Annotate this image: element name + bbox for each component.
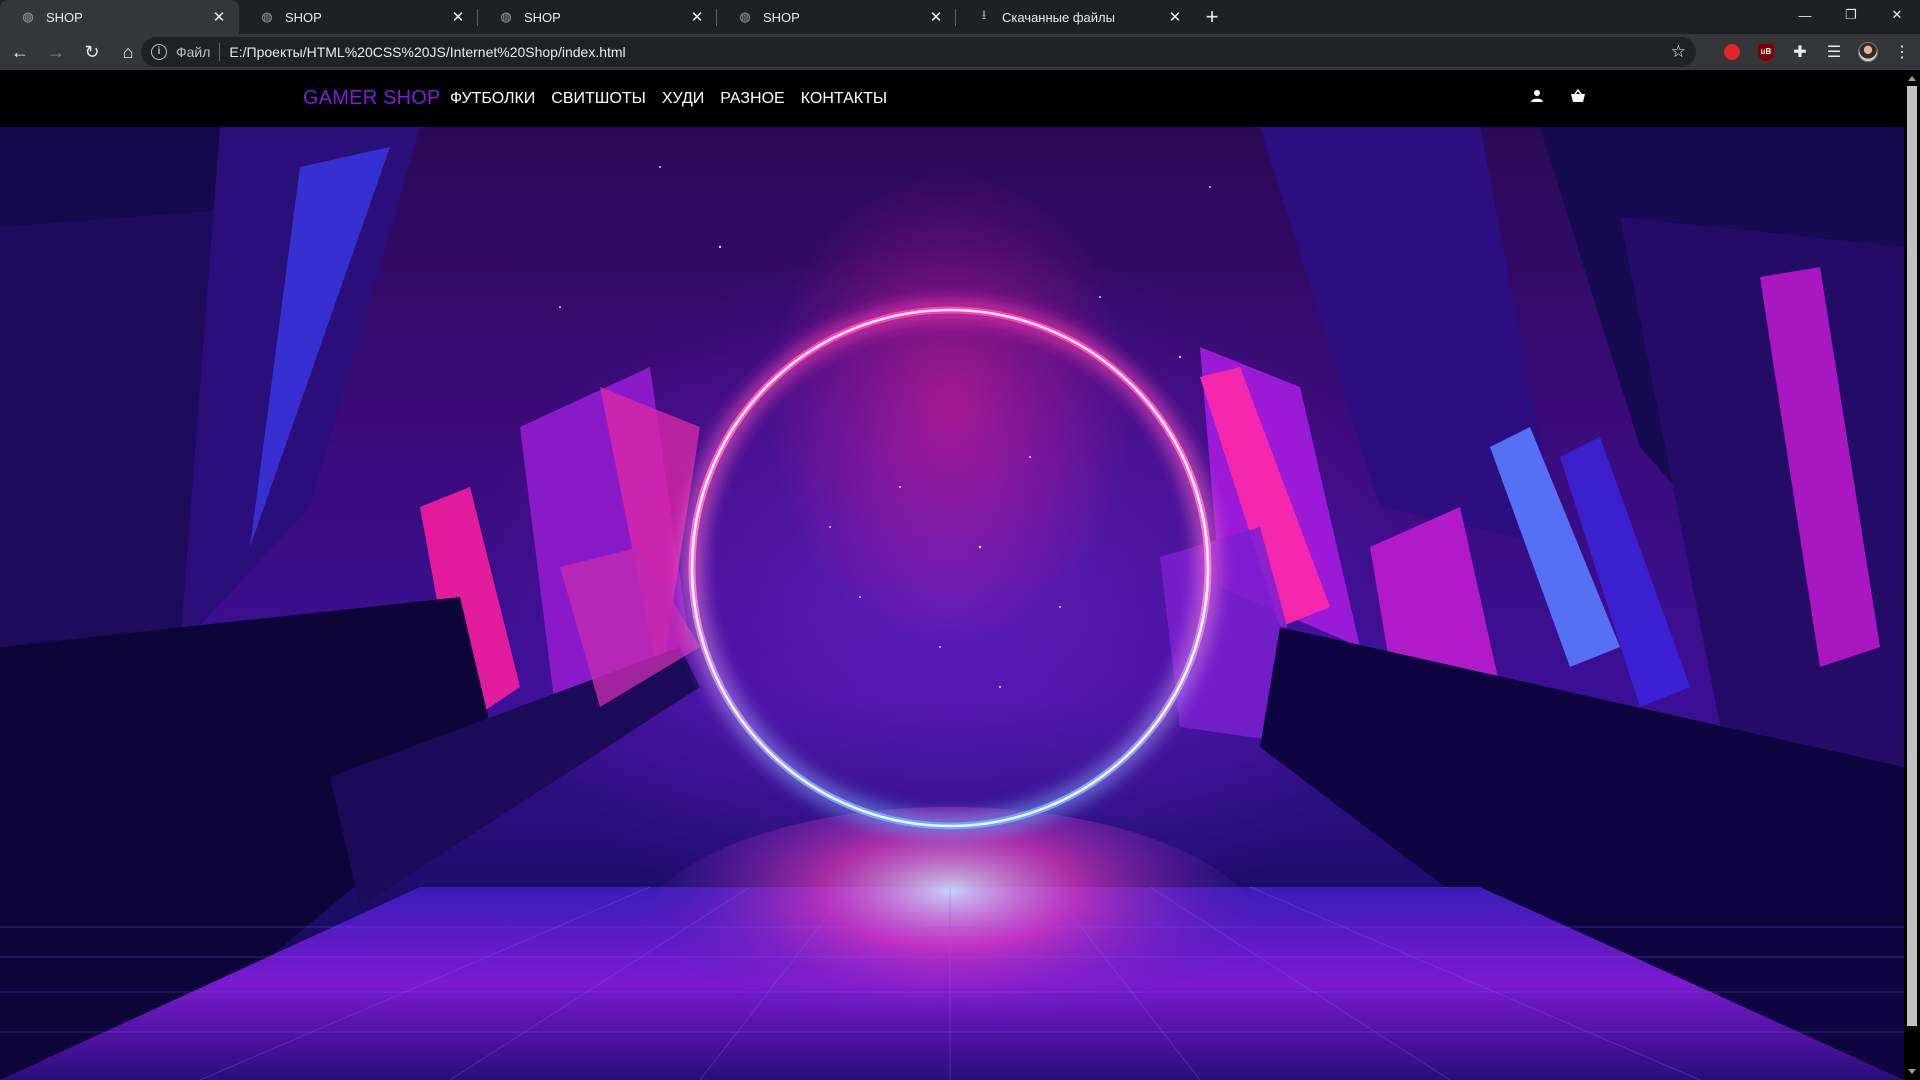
address-divider: [219, 43, 221, 61]
address-bar[interactable]: i Файл E:/Проекты/HTML%20CSS%20JS/Intern…: [141, 37, 1696, 67]
close-icon[interactable]: ✕: [1165, 7, 1185, 27]
extension-red-icon[interactable]: [1715, 34, 1749, 70]
globe-icon: ◍: [500, 9, 512, 24]
close-icon[interactable]: ✕: [209, 7, 229, 27]
tab-shop-4[interactable]: ◍ SHOP ✕: [717, 0, 956, 34]
avatar: [1858, 42, 1878, 62]
restore-button[interactable]: ❐: [1828, 0, 1874, 30]
new-tab-button[interactable]: +: [1195, 0, 1229, 34]
browser-toolbar: ← → ↻ ⌂ i Файл E:/Проекты/HTML%20CSS%20J…: [0, 34, 1920, 70]
tab-strip: ◍ SHOP ✕ ◍ SHOP ✕ ◍ SHOP ✕ ◍ SHOP ✕ ⭳ Ск…: [0, 0, 1920, 34]
media-playlist-icon[interactable]: ☰: [1817, 34, 1851, 70]
menu-item-misc[interactable]: РАЗНОЕ: [720, 90, 784, 108]
tab-title: SHOP: [46, 9, 83, 25]
close-icon[interactable]: ✕: [448, 7, 468, 27]
tab-shop-1[interactable]: ◍ SHOP ✕: [0, 0, 239, 34]
scroll-up-arrow-icon[interactable]: [1908, 76, 1916, 81]
main-menu: ФУТБОЛКИ СВИТШОТЫ ХУДИ РАЗНОЕ КОНТАКТЫ: [450, 90, 887, 108]
close-icon[interactable]: ✕: [926, 7, 946, 27]
user-icon[interactable]: [1530, 89, 1544, 107]
extensions-area: uB ✚ ☰ ⋮: [1715, 34, 1919, 70]
minimize-button[interactable]: —: [1782, 0, 1828, 30]
globe-icon: ◍: [739, 9, 751, 24]
puzzle-icon[interactable]: ✚: [1783, 34, 1817, 70]
tab-title: SHOP: [285, 9, 322, 25]
close-icon[interactable]: ✕: [687, 7, 707, 27]
menu-item-tshirts[interactable]: ФУТБОЛКИ: [450, 90, 535, 108]
download-icon: ⭳: [981, 7, 987, 22]
scroll-thumb[interactable]: [1907, 86, 1917, 1026]
tab-shop-2[interactable]: ◍ SHOP ✕: [239, 0, 478, 34]
close-window-button[interactable]: ✕: [1874, 0, 1920, 30]
page-viewport: GAMER SHOP ФУТБОЛКИ СВИТШОТЫ ХУДИ РАЗНОЕ…: [0, 70, 1904, 1080]
reload-button[interactable]: ↻: [76, 36, 108, 68]
home-button[interactable]: ⌂: [112, 36, 144, 68]
hero-illustration: [0, 127, 1904, 1080]
tab-title: SHOP: [763, 9, 800, 25]
tab-downloads[interactable]: ⭳ Скачанные файлы ✕: [956, 0, 1195, 34]
profile-avatar[interactable]: [1851, 34, 1885, 70]
tab-title: SHOP: [524, 9, 561, 25]
menu-item-hoodies[interactable]: ХУДИ: [662, 90, 704, 108]
scroll-down-arrow-icon[interactable]: [1908, 1069, 1916, 1074]
forward-button[interactable]: →: [40, 36, 72, 68]
page-scrollbar[interactable]: [1904, 70, 1920, 1080]
address-scheme: Файл: [176, 44, 211, 60]
site-header: GAMER SHOP ФУТБОЛКИ СВИТШОТЫ ХУДИ РАЗНОЕ…: [0, 70, 1904, 127]
globe-icon: ◍: [22, 9, 34, 24]
window-controls: — ❐ ✕: [1782, 0, 1920, 30]
bookmark-star-icon[interactable]: ☆: [1671, 42, 1686, 62]
kebab-menu-icon[interactable]: ⋮: [1885, 34, 1919, 70]
hero-banner: [0, 127, 1904, 1080]
neon-ring: [688, 306, 1212, 830]
info-icon[interactable]: i: [151, 44, 167, 60]
tab-title: Скачанные файлы: [1002, 9, 1115, 25]
ublock-icon[interactable]: uB: [1749, 34, 1783, 70]
tab-shop-3[interactable]: ◍ SHOP ✕: [478, 0, 717, 34]
ublock-badge: uB: [1758, 43, 1774, 61]
globe-icon: ◍: [261, 9, 273, 24]
cart-icon[interactable]: [1570, 88, 1586, 107]
site-logo[interactable]: GAMER SHOP: [303, 87, 441, 110]
back-button[interactable]: ←: [4, 36, 36, 68]
address-url[interactable]: E:/Проекты/HTML%20CSS%20JS/Internet%20Sh…: [229, 44, 625, 60]
menu-item-sweatshirts[interactable]: СВИТШОТЫ: [551, 90, 646, 108]
menu-item-contacts[interactable]: КОНТАКТЫ: [801, 90, 887, 108]
